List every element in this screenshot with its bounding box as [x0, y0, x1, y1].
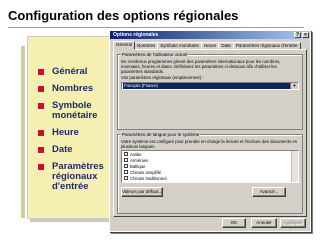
- tab-general[interactable]: Général: [113, 41, 136, 50]
- system-language-legend: Paramètres de langue pour le système: [121, 132, 201, 137]
- user-settings-group: Paramètres de l'utilisateur actuel De no…: [117, 52, 303, 130]
- panel-stripe: [21, 46, 25, 218]
- bullet-item: Nombres: [38, 84, 104, 94]
- list-scrollbar[interactable]: [291, 151, 298, 182]
- help-button[interactable]: ?: [294, 32, 301, 38]
- system-language-group: Paramètres de langue pour le système Vot…: [117, 132, 303, 214]
- default-values-button[interactable]: Valeurs par défaut...: [121, 187, 163, 197]
- close-button[interactable]: ×: [302, 32, 309, 38]
- title-divider: [8, 27, 304, 28]
- checkbox[interactable]: [124, 164, 128, 168]
- topics-panel: Général Nombres Symbole monétaire Heure …: [21, 36, 115, 219]
- locale-label: Vos paramètres régionaux (emplacement) :: [121, 75, 204, 80]
- advanced-button[interactable]: Avancé...: [252, 187, 286, 197]
- bullet-item: Heure: [38, 128, 104, 138]
- bullet-item: Date: [38, 145, 104, 155]
- cancel-button[interactable]: Annuler: [251, 218, 277, 228]
- dropdown-arrow-icon[interactable]: ▼: [290, 83, 298, 89]
- checkbox[interactable]: [124, 170, 128, 174]
- user-settings-description: De nombreux programmes gèrent des paramè…: [121, 59, 281, 74]
- checkbox[interactable]: [124, 152, 128, 156]
- bullet-item: Paramètres régionaux d'entrée: [38, 162, 104, 192]
- user-settings-legend: Paramètres de l'utilisateur actuel: [121, 52, 189, 57]
- system-language-description: Votre système est configuré pour prendre…: [121, 139, 298, 149]
- topics-list: Général Nombres Symbole monétaire Heure …: [38, 67, 104, 199]
- slide-title: Configuration des options régionales: [8, 8, 239, 23]
- list-item[interactable]: Chinois traditionnel: [122, 175, 298, 181]
- checkbox[interactable]: [124, 158, 128, 162]
- language-list[interactable]: Arabe Arménien Baltique Chinois simplifi…: [121, 150, 299, 183]
- ok-button[interactable]: OK: [222, 218, 246, 228]
- locale-selected-value: Français (France): [123, 83, 290, 89]
- general-tab-page: Paramètres de l'utilisateur actuel De no…: [113, 49, 307, 217]
- bullet-item: Général: [38, 67, 104, 77]
- checkbox[interactable]: [124, 176, 128, 180]
- dialog-titlebar[interactable]: Options régionales ? ×: [110, 31, 310, 39]
- locale-select[interactable]: Français (France) ▼: [121, 82, 299, 90]
- dialog-title: Options régionales: [113, 32, 159, 38]
- regional-options-dialog: Options régionales ? × Général Nombres S…: [109, 30, 311, 232]
- apply-button[interactable]: Appliquer: [280, 218, 306, 228]
- bullet-item: Symbole monétaire: [38, 101, 104, 121]
